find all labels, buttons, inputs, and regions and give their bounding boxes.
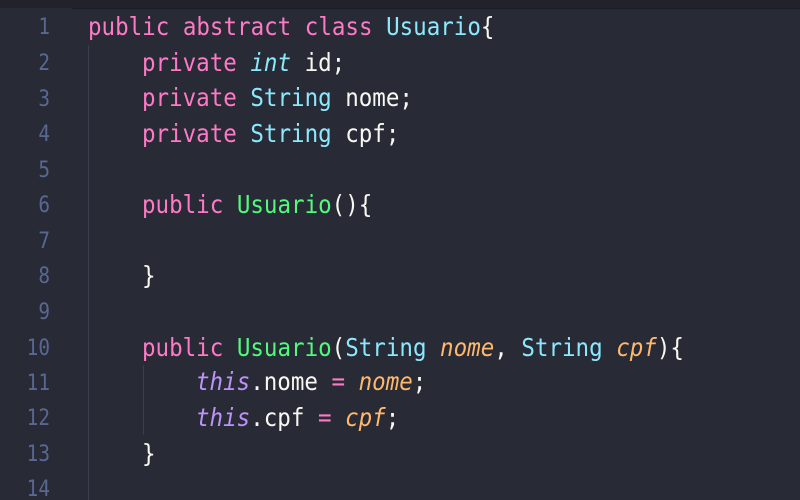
code-line-10: public Usuario(String nome, String cpf){	[142, 330, 684, 366]
code-line-3: private String nome;	[142, 80, 413, 116]
punctuation: (	[331, 333, 346, 362]
operator: =	[317, 403, 332, 432]
keyword: public	[88, 12, 170, 41]
brace: }	[142, 261, 156, 290]
code-line-11: this.nome = nome;	[196, 364, 426, 400]
this-keyword: this	[196, 367, 251, 396]
field-decl: nome;	[331, 83, 413, 112]
code-line-6: public Usuario(){	[142, 187, 372, 223]
punctuation: ){	[656, 333, 684, 362]
type: int	[250, 48, 292, 77]
brace: }	[142, 439, 156, 468]
type: String	[250, 119, 332, 148]
type: String	[345, 333, 427, 362]
type: String	[521, 333, 603, 362]
keyword: public	[142, 333, 224, 362]
this-keyword: this	[196, 403, 251, 432]
code-line-8: }	[142, 258, 156, 294]
class-name: Usuario	[386, 12, 481, 41]
code-line-12: this.cpf = cpf;	[196, 400, 399, 436]
punctuation: (){	[331, 190, 373, 219]
constructor-name: Usuario	[236, 333, 332, 362]
code-line-2: private int id;	[142, 45, 345, 81]
keyword: private	[142, 48, 237, 77]
keyword: private	[142, 83, 237, 112]
punctuation: ;	[412, 367, 427, 396]
brace: {	[480, 12, 495, 41]
field-access: .cpf	[250, 403, 305, 432]
code-line-4: private String cpf;	[142, 116, 399, 152]
field-access: .nome	[250, 367, 318, 396]
keyword: private	[142, 119, 237, 148]
keyword: class	[304, 12, 373, 41]
field-decl: cpf;	[331, 119, 400, 148]
code-line-13: }	[142, 436, 156, 472]
code-area[interactable]: public abstract class Usuario{ private i…	[0, 0, 800, 500]
punctuation: ;	[385, 403, 400, 432]
field-decl: id;	[291, 48, 346, 77]
keyword: public	[142, 190, 224, 219]
constructor-name: Usuario	[236, 190, 332, 219]
code-editor[interactable]: 1 2 3 4 5 6 7 8 9 10 11 12 13 14 public …	[0, 0, 800, 500]
parameter: cpf	[616, 333, 657, 362]
type: String	[250, 83, 332, 112]
punctuation: ,	[494, 333, 522, 362]
keyword: abstract	[182, 12, 292, 41]
parameter: nome	[358, 367, 413, 396]
parameter: cpf	[345, 403, 386, 432]
code-line-1: public abstract class Usuario{	[88, 9, 494, 45]
operator: =	[331, 367, 346, 396]
parameter: nome	[440, 333, 495, 362]
